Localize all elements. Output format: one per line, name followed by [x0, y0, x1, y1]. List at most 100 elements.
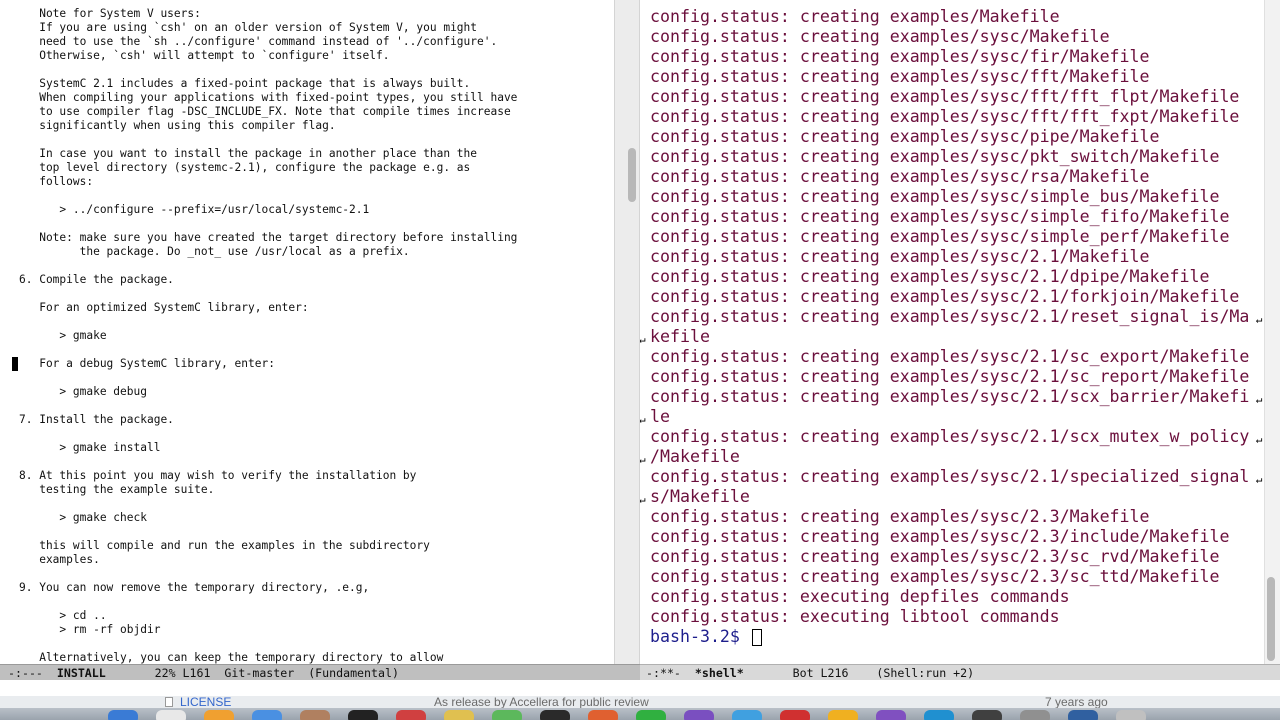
shell-line-text: config.status: executing libtool command… — [650, 607, 1060, 626]
shell-line-text: config.status: creating examples/sysc/si… — [650, 227, 1230, 246]
dock-app-icon[interactable] — [972, 710, 1002, 720]
shell-line-text: config.status: creating examples/sysc/2.… — [650, 527, 1230, 546]
dock-app-icon[interactable] — [396, 710, 426, 720]
shell-output-line: config.status: executing depfiles comman… — [650, 587, 1249, 607]
shell-line-text: config.status: creating examples/sysc/rs… — [650, 167, 1150, 186]
dock-app-icon[interactable] — [732, 710, 762, 720]
install-text[interactable]: Note for System V users: If you are usin… — [19, 7, 517, 664]
dock-app-icon[interactable] — [156, 710, 186, 720]
shell-output-line: config.status: executing libtool command… — [650, 607, 1249, 627]
shell-output-line: config.status: creating examples/sysc/2.… — [650, 347, 1249, 367]
dock-app-icon[interactable] — [684, 710, 714, 720]
shell-output-line: config.status: creating examples/sysc/si… — [650, 207, 1249, 227]
shell-output-line: config.status: creating examples/sysc/fi… — [650, 47, 1249, 67]
modeline-status: -:--- — [8, 666, 57, 680]
text-cursor — [12, 357, 18, 371]
shell-output-line: le ↵ — [640, 407, 1249, 427]
shell-line-text: config.status: creating examples/sysc/2.… — [650, 267, 1210, 286]
shell-output-line: config.status: creating examples/sysc/2.… — [650, 247, 1249, 267]
shell-line-text: config.status: creating examples/sysc/2.… — [650, 547, 1220, 566]
dock-app-icon[interactable] — [828, 710, 858, 720]
left-scrollbar-thumb[interactable] — [628, 148, 636, 202]
shell-line-text: config.status: creating examples/sysc/2.… — [650, 347, 1250, 366]
modeline-mode[interactable]: (Shell:run +2) — [876, 666, 974, 680]
shell-output-line: s/Makefile ↵ — [640, 487, 1249, 507]
shell-line-text: config.status: creating examples/sysc/2.… — [650, 367, 1250, 386]
shell-line-text: config.status: creating examples/sysc/ff… — [650, 67, 1150, 86]
shell-line-text: config.status: creating examples/sysc/si… — [650, 207, 1230, 226]
modeline-shell[interactable]: -:**- *shell* Bot L216 (Shell:run +2) — [640, 664, 1280, 680]
dock-app-icon[interactable] — [300, 710, 330, 720]
wrap-arrow-icon: ↵ — [640, 413, 646, 426]
wrap-arrow-icon: ↵ — [640, 333, 646, 346]
shell-output-line: config.status: creating examples/sysc/si… — [650, 187, 1249, 207]
dock-app-icon[interactable] — [780, 710, 810, 720]
shell-output-line: config.status: creating examples/sysc/rs… — [650, 167, 1249, 187]
shell-line-text: config.status: creating examples/sysc/pk… — [650, 147, 1220, 166]
shell-output-line: config.status: creating examples/sysc/pk… — [650, 147, 1249, 167]
commit-message: As release by Accellera for public revie… — [434, 696, 649, 708]
dock-app-icon[interactable] — [588, 710, 618, 720]
window-divider[interactable] — [614, 0, 640, 664]
modeline-buffer-name[interactable]: INSTALL — [57, 666, 106, 680]
shell-prompt-line[interactable]: bash-3.2$ — [650, 627, 1249, 647]
shell-line-text: config.status: creating examples/sysc/ff… — [650, 87, 1240, 106]
modeline-mode[interactable]: (Fundamental) — [308, 666, 399, 680]
file-link[interactable]: LICENSE — [180, 696, 231, 708]
file-icon — [165, 697, 173, 707]
dock-app-icon[interactable] — [1020, 710, 1050, 720]
shell-line-text: s/Makefile — [650, 487, 750, 506]
shell-output-line: config.status: creating examples/sysc/2.… — [650, 507, 1249, 527]
shell-output-line: config.status: creating examples/sysc/ff… — [650, 87, 1249, 107]
shell-output-line: /Makefile ↵ — [640, 447, 1249, 467]
shell-output-line: config.status: creating examples/sysc/2.… — [650, 567, 1249, 587]
shell-line-text: config.status: creating examples/sysc/2.… — [650, 567, 1220, 586]
shell-output-line: config.status: creating examples/Makefil… — [650, 7, 1249, 27]
wrap-arrow-icon: ↵ — [640, 453, 646, 466]
modeline-install[interactable]: -:--- INSTALL 22% L161 Git-master (Funda… — [0, 664, 640, 680]
dock-app-icon[interactable] — [252, 710, 282, 720]
shell-output-line: config.status: creating examples/sysc/ff… — [650, 67, 1249, 87]
shell-output-line: config.status: creating examples/sysc/2.… — [650, 427, 1262, 447]
dock-app-icon[interactable] — [348, 710, 378, 720]
shell-line-text: config.status: creating examples/sysc/2.… — [650, 427, 1250, 446]
minibuffer[interactable] — [0, 680, 1280, 696]
shell-line-text: config.status: creating examples/sysc/fi… — [650, 47, 1150, 66]
modeline-buffer-name[interactable]: *shell* — [695, 666, 744, 680]
dock-app-icon[interactable] — [444, 710, 474, 720]
dock-app-icon[interactable] — [876, 710, 906, 720]
modeline-status: -:**- — [646, 666, 695, 680]
modeline-vc[interactable]: Git-master — [224, 666, 308, 680]
shell-line-text: kefile — [650, 327, 710, 346]
right-scrollbar-thumb[interactable] — [1267, 577, 1275, 661]
terminal-cursor — [751, 629, 762, 646]
shell-line-text: config.status: creating examples/sysc/Ma… — [650, 27, 1110, 46]
shell-buffer[interactable]: config.status: creating examples/Makefil… — [640, 0, 1264, 664]
install-buffer[interactable]: Note for System V users: If you are usin… — [0, 0, 614, 664]
shell-output-line: config.status: creating examples/sysc/pi… — [650, 127, 1249, 147]
wrap-arrow-icon: ↵ — [1255, 433, 1263, 446]
right-scrollbar[interactable] — [1264, 0, 1280, 664]
dock-app-icon[interactable] — [492, 710, 522, 720]
dock-app-icon[interactable] — [1116, 710, 1146, 720]
shell-output-line: config.status: creating examples/sysc/2.… — [650, 287, 1249, 307]
commit-age: 7 years ago — [1045, 696, 1108, 708]
shell-line-text: le — [650, 407, 670, 426]
shell-line-text: config.status: creating examples/sysc/pi… — [650, 127, 1160, 146]
shell-line-text: config.status: creating examples/sysc/2.… — [650, 247, 1150, 266]
dock-app-icon[interactable] — [108, 710, 138, 720]
shell-output[interactable]: config.status: creating examples/Makefil… — [640, 7, 1262, 647]
left-fringe — [0, 0, 8, 664]
dock-app-icon[interactable] — [924, 710, 954, 720]
shell-output-line: kefile ↵ — [640, 327, 1249, 347]
dock-app-icon[interactable] — [636, 710, 666, 720]
dock-app-icon[interactable] — [540, 710, 570, 720]
shell-line-text: config.status: creating examples/sysc/2.… — [650, 507, 1150, 526]
shell-output-line: config.status: creating examples/sysc/2.… — [650, 547, 1249, 567]
shell-output-line: config.status: creating examples/sysc/2.… — [650, 527, 1249, 547]
dock-app-icon[interactable] — [1068, 710, 1098, 720]
dock-app-icon[interactable] — [204, 710, 234, 720]
shell-prompt: bash-3.2$ — [650, 627, 750, 646]
modeline-position: 22% L161 — [105, 666, 225, 680]
shell-output-line: config.status: creating examples/sysc/ff… — [650, 107, 1249, 127]
